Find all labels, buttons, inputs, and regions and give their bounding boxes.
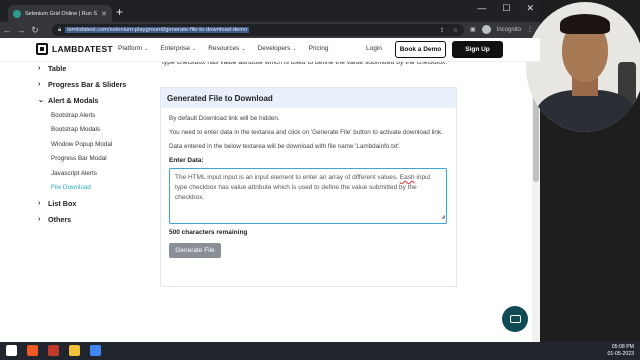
misspelled-word: Eash [399, 174, 415, 181]
chevron-down-icon: ⌄ [144, 46, 149, 52]
share-icon[interactable]: ⇪ [440, 27, 445, 34]
presenter-video [526, 2, 640, 132]
sidebar-item-progress-modal[interactable]: Progress Bar Modal [38, 152, 148, 167]
forward-icon[interactable]: → [14, 25, 28, 35]
main-nav: Platform ⌄ Enterprise ⌄ Resources ⌄ Develop… [118, 45, 328, 52]
card-title: Generated File to Download [161, 88, 456, 108]
chevron-down-icon: ⌄ [292, 46, 297, 52]
windows-start-icon[interactable] [6, 345, 17, 356]
browser-toolbar: ← → ↻ 🔒︎ lambdatest.com/selenium-playgro… [0, 22, 540, 38]
omnibox-actions: ⇪ ☆ [440, 27, 458, 34]
chrome-icon[interactable] [90, 345, 101, 356]
windows-taskbar: 05:08 PM 01-05-2023 [0, 342, 640, 360]
lambdatest-logo[interactable]: LAMBDATEST [36, 43, 113, 55]
back-icon[interactable]: ← [0, 25, 14, 35]
reload-icon[interactable]: ↻ [28, 25, 42, 36]
shirt-shape [536, 90, 636, 132]
data-textarea[interactable]: The HTML input input is an input element… [169, 168, 447, 224]
nav-platform[interactable]: Platform ⌄ [118, 45, 148, 52]
sidebar: › Table › Progress Bar & Sliders ⌄ Alert… [38, 60, 148, 227]
chevron-right-icon: › [38, 215, 41, 223]
sidebar-group-table[interactable]: › Table [38, 60, 148, 76]
login-link[interactable]: Login [366, 45, 382, 52]
browser-tab-bar: Selenium Grid Online | Run Selenium ✕ + … [0, 0, 540, 22]
card-body: By default Download link will be hidden.… [161, 108, 456, 264]
sidebar-group-label: Alert & Modals [48, 95, 99, 105]
incognito-label: Incognito [496, 26, 522, 33]
address-bar[interactable]: 🔒︎ lambdatest.com/selenium-playground/ge… [52, 24, 464, 36]
system-tray-clock[interactable]: 05:08 PM 01-05-2023 [607, 344, 634, 358]
chevron-right-icon: › [38, 80, 41, 88]
hair-shape [560, 14, 610, 34]
file-download-card: Generated File to Download By default Do… [160, 87, 457, 287]
chat-icon [509, 315, 521, 323]
textarea-text-a: The HTML input input is an input element… [175, 174, 400, 181]
chevron-right-icon: › [38, 64, 41, 72]
nav-label: Developers [257, 45, 291, 52]
sidebar-group-label: List Box [48, 198, 77, 208]
minimize-button[interactable]: — [477, 3, 486, 14]
generate-file-button[interactable]: Generate File [169, 243, 221, 258]
new-tab-button[interactable]: + [116, 5, 123, 19]
brave-icon[interactable] [27, 345, 38, 356]
browser-tab[interactable]: Selenium Grid Online | Run Selenium ✕ [8, 5, 112, 22]
tab-title: Selenium Grid Online | Run Selenium [25, 10, 98, 17]
nav-label: Enterprise [160, 45, 191, 52]
chevron-right-icon: › [38, 199, 41, 207]
info-text-3: Data entered in the below textarea will … [169, 143, 401, 150]
sidebar-group-label: Others [48, 214, 72, 224]
sidebar-group-label: Table [48, 63, 67, 73]
enter-data-label: Enter Data: [169, 157, 204, 164]
nav-developers[interactable]: Developers ⌄ [258, 45, 297, 52]
sidebar-group-alerts[interactable]: ⌄ Alert & Modals [38, 92, 148, 108]
sidebar-group-others[interactable]: › Others [38, 211, 148, 227]
web-page: type checkbox has value attribute which … [0, 38, 540, 342]
info-text-1: By default Download link will be hidden. [169, 115, 280, 122]
chevron-down-icon: ⌄ [38, 97, 44, 104]
close-tab-icon[interactable]: ✕ [101, 10, 107, 18]
sidebar-item-bootstrap-modals[interactable]: Bootstrap Modals [38, 123, 148, 138]
nav-enterprise[interactable]: Enterprise ⌄ [160, 45, 196, 52]
book-demo-button[interactable]: Book a Demo [395, 41, 446, 58]
logo-icon [36, 43, 48, 55]
chat-widget-button[interactable] [502, 306, 528, 332]
incognito-icon[interactable] [481, 25, 491, 34]
chevron-down-icon: ⌄ [241, 46, 246, 52]
resize-handle-icon[interactable]: ◢ [441, 212, 445, 222]
favicon-icon [13, 9, 21, 18]
characters-remaining: 500 characters remaining [169, 229, 248, 236]
nav-label: Pricing [308, 45, 329, 52]
sidebar-item-file-download[interactable]: File Download [38, 181, 148, 196]
sign-up-button[interactable]: Sign Up [452, 41, 503, 58]
sidebar-item-bootstrap-alerts[interactable]: Bootstrap Alerts [38, 108, 148, 123]
webcam-overlay [522, 0, 640, 140]
sidebar-group-listbox[interactable]: › List Box [38, 195, 148, 211]
taskbar-icons [6, 345, 101, 356]
maximize-button[interactable]: ☐ [502, 3, 510, 14]
clock-time: 05:08 PM [611, 344, 634, 350]
chevron-down-icon: ⌄ [192, 46, 197, 52]
lock-icon: 🔒︎ [58, 26, 62, 33]
screen: Selenium Grid Online | Run Selenium ✕ + … [0, 0, 640, 360]
nav-label: Platform [118, 45, 143, 52]
nav-resources[interactable]: Resources ⌄ [208, 45, 245, 52]
extensions-icon[interactable]: ▣ [470, 26, 476, 33]
bookmark-star-icon[interactable]: ☆ [453, 27, 458, 34]
sidebar-item-window-popup[interactable]: Window Popup Modal [38, 137, 148, 152]
sidebar-group-label: Progress Bar & Sliders [48, 79, 127, 89]
sidebar-group-progress[interactable]: › Progress Bar & Sliders [38, 76, 148, 92]
nav-label: Resources [208, 45, 240, 52]
clock-date: 01-05-2023 [607, 351, 634, 357]
info-text-2: You need to enter data in the textarea a… [169, 129, 443, 136]
nav-pricing[interactable]: Pricing [309, 45, 329, 52]
site-header: LAMBDATEST Platform ⌄ Enterprise ⌄ Resourc… [0, 38, 540, 62]
file-explorer-icon[interactable] [69, 345, 80, 356]
app-icon[interactable] [48, 345, 59, 356]
sidebar-item-js-alerts[interactable]: Javascript Alerts [38, 166, 148, 181]
logo-text: LAMBDATEST [52, 44, 113, 54]
url-text: lambdatest.com/selenium-playground/gener… [65, 27, 250, 33]
